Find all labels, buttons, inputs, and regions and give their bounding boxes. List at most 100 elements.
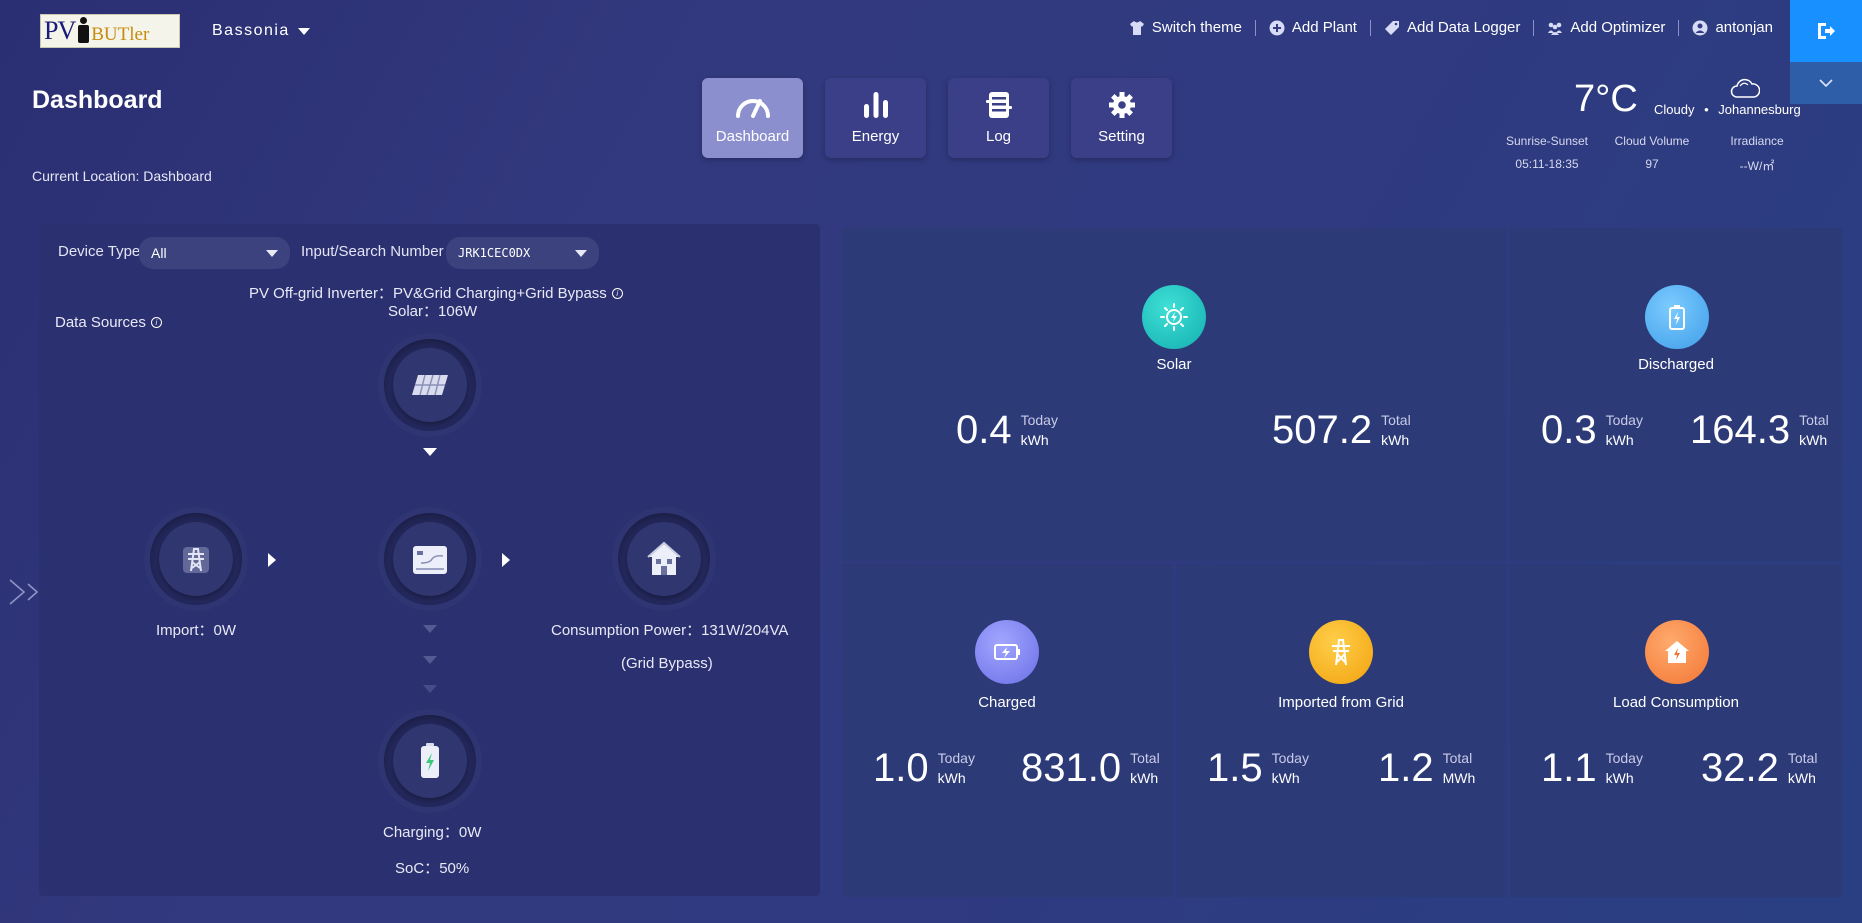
discharged-total: 164.3 Total kWh xyxy=(1690,410,1829,450)
tab-energy[interactable]: Energy xyxy=(825,78,926,158)
unit-label: kWh xyxy=(1020,432,1049,448)
stat-label: Sunrise-Sunset xyxy=(1505,134,1589,148)
imported-total: 1.2 Total MWh xyxy=(1378,748,1475,788)
node-core xyxy=(393,348,467,422)
plus-circle-icon xyxy=(1269,20,1285,35)
solar-label: Solar： xyxy=(388,303,439,320)
charged-title: Charged xyxy=(978,694,1036,711)
weather-stats: Sunrise-Sunset 05:11-18:35 Cloud Volume … xyxy=(1502,134,1802,174)
load-total-labels: Total kWh xyxy=(1788,748,1818,788)
consumption-node[interactable] xyxy=(618,513,710,605)
plant-selector[interactable]: Bassonia xyxy=(212,22,310,40)
plant-name: Bassonia xyxy=(212,22,290,39)
house-icon xyxy=(647,541,681,575)
unit-label: MWh xyxy=(1442,770,1476,786)
device-type-label: Device Type xyxy=(58,243,141,260)
battery-node[interactable] xyxy=(384,715,476,807)
weather-widget: 7°C Cloudy • Johannesburg Sunrise-Sunset… xyxy=(1502,74,1802,184)
add-plant-label: Add Plant xyxy=(1291,19,1357,36)
imported-today-labels: Today kWh xyxy=(1272,748,1309,788)
today-label: Today xyxy=(1020,412,1058,428)
charged-today: 1.0 Today kWh xyxy=(873,748,975,788)
flow-arrow-right xyxy=(268,553,276,567)
butler-figure-icon xyxy=(76,17,90,45)
discharged-title: Discharged xyxy=(1638,356,1714,373)
charging-value: 0W xyxy=(458,824,482,841)
add-data-logger-label: Add Data Logger xyxy=(1406,19,1521,36)
chevron-down-icon xyxy=(1819,79,1833,88)
total-label: Total xyxy=(1799,412,1829,428)
info-icon[interactable]: i xyxy=(611,288,623,299)
today-label: Today xyxy=(937,750,975,766)
import-value: 0W xyxy=(213,622,237,639)
user-menu[interactable]: antonjan xyxy=(1679,19,1786,36)
load-today-labels: Today kWh xyxy=(1606,748,1643,788)
add-plant-link[interactable]: Add Plant xyxy=(1256,19,1370,36)
add-optimizer-label: Add Optimizer xyxy=(1570,19,1666,36)
separator-dot: • xyxy=(1704,102,1709,117)
consumption-power: Consumption Power：131W/204VA xyxy=(551,619,788,640)
state-of-charge: SoC：50% xyxy=(395,857,469,878)
tab-dashboard[interactable]: Dashboard xyxy=(702,78,803,158)
add-data-logger-link[interactable]: Add Data Logger xyxy=(1371,19,1533,36)
battery-icon xyxy=(421,743,439,778)
solar-icon-badge xyxy=(1142,285,1206,349)
tab-setting[interactable]: Setting xyxy=(1071,78,1172,158)
charged-total-value: 831.0 xyxy=(1021,746,1122,790)
house-bolt-icon xyxy=(1665,641,1689,663)
soc-value: 50% xyxy=(439,860,470,877)
sunrise-sunset: Sunrise-Sunset 05:11-18:35 xyxy=(1502,134,1592,174)
add-optimizer-link[interactable]: Add Optimizer xyxy=(1534,19,1678,36)
stat-label: Cloud Volume xyxy=(1614,134,1690,148)
solar-title: Solar xyxy=(1156,356,1192,373)
chevron-down-icon xyxy=(266,249,278,257)
logout-button[interactable] xyxy=(1790,0,1862,62)
logo-text-pv: PV xyxy=(44,16,76,45)
flow-arrow-right xyxy=(502,553,510,567)
unit-label: kWh xyxy=(1787,770,1816,786)
data-sources[interactable]: Data Sources i xyxy=(55,314,162,331)
page-title: Dashboard xyxy=(32,86,163,114)
flow-arrow-down xyxy=(423,625,437,633)
pvbutler-logo[interactable]: PV BUTler xyxy=(40,14,180,48)
shirt-icon xyxy=(1129,20,1144,35)
today-label: Today xyxy=(1605,412,1643,428)
grid-node[interactable] xyxy=(150,513,242,605)
inverter-label: PV Off-grid Inverter： xyxy=(249,285,393,302)
tab-dashboard-label: Dashboard xyxy=(715,128,790,145)
solar-value: 106W xyxy=(438,303,478,320)
discharged-icon-badge xyxy=(1645,285,1709,349)
load-today: 1.1 Today kWh xyxy=(1541,748,1643,788)
charged-icon-badge xyxy=(975,620,1039,684)
charged-total: 831.0 Total kWh xyxy=(1021,748,1160,788)
load-title: Load Consumption xyxy=(1613,694,1739,711)
unit-label: kWh xyxy=(1130,770,1159,786)
tab-log[interactable]: Log xyxy=(948,78,1049,158)
discharged-total-labels: Total kWh xyxy=(1799,410,1829,450)
search-number-select[interactable]: JRK1CEC0DX xyxy=(446,237,599,269)
battery-discharge-icon xyxy=(1669,305,1685,330)
group-icon xyxy=(1548,22,1563,35)
charged-today-labels: Today kWh xyxy=(938,748,975,788)
solar-panel-node[interactable] xyxy=(384,339,476,431)
discharged-today-labels: Today kWh xyxy=(1606,410,1643,450)
weather-condition: Cloudy • Johannesburg xyxy=(1654,102,1801,117)
charged-total-labels: Total kWh xyxy=(1130,748,1160,788)
import-power: Import：0W xyxy=(156,619,236,640)
solar-today-labels: Today kWh xyxy=(1021,410,1058,450)
switch-theme-link[interactable]: Switch theme xyxy=(1116,19,1255,36)
flow-arrow-down xyxy=(423,656,437,664)
node-core xyxy=(159,522,233,596)
top-navigation: Switch theme Add Plant Add Data Logger A… xyxy=(1116,19,1786,36)
data-sources-label: Data Sources xyxy=(55,314,146,331)
discharged-card: Discharged 0.3 Today kWh 164.3 Total kWh xyxy=(1510,228,1842,561)
username-label: antonjan xyxy=(1715,19,1773,36)
import-label: Import： xyxy=(156,622,214,639)
unit-label: kWh xyxy=(1605,770,1634,786)
device-type-select[interactable]: All xyxy=(139,237,290,269)
node-core xyxy=(393,724,467,798)
unit-label: kWh xyxy=(1271,770,1300,786)
logout-icon xyxy=(1818,23,1835,39)
inverter-node[interactable] xyxy=(384,513,476,605)
imported-today-value: 1.5 xyxy=(1207,746,1263,790)
